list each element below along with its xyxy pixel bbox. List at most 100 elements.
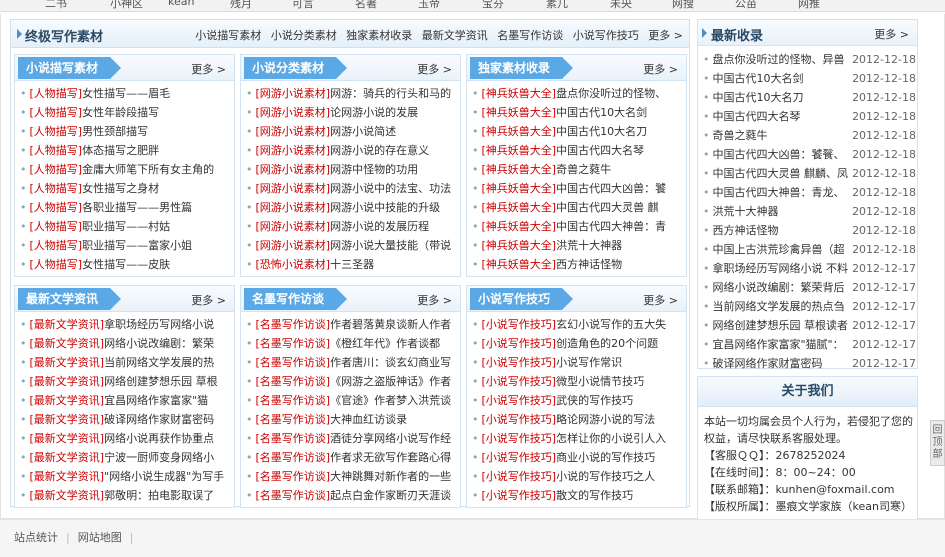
list-item[interactable]: [最新文学资讯]网络小说改编剧：繁荣 <box>20 334 233 353</box>
item-title[interactable]: 略论网游小说的写法 <box>556 413 655 426</box>
list-item[interactable]: [名墨写作访谈]作者碧落黄泉谈新人作者 <box>246 315 459 334</box>
item-category-tag[interactable]: [人物描写] <box>30 163 83 176</box>
item-title[interactable]: 拿职场经历写网络小说 <box>104 318 214 331</box>
list-item[interactable]: [最新文学资讯]宁波一厨师变身网络小 <box>20 448 233 467</box>
list-item[interactable]: [神兵妖兽大全]西方神话怪物 <box>472 255 685 274</box>
list-item[interactable]: [小说写作技巧]小说的写作技巧之人 <box>472 467 685 486</box>
top-nav-item[interactable]: 残月 <box>230 0 252 11</box>
latest-item-title[interactable]: 中国古代四大神兽：青龙、 <box>713 183 861 202</box>
panel-more-link[interactable]: 更多 > <box>417 61 452 77</box>
item-category-tag[interactable]: [人物描写] <box>30 239 83 252</box>
item-title[interactable]: 商业小说的写作技巧 <box>556 451 655 464</box>
main-link-6[interactable]: 小说写作技巧 <box>573 29 639 42</box>
item-title[interactable]: 宜昌网络作家富家"猫 <box>104 394 208 407</box>
latest-item[interactable]: 奇兽之蕤牛2012-12-18 <box>703 126 917 145</box>
list-item[interactable]: [名墨写作访谈]《网游之盗版神话》作者 <box>246 372 459 391</box>
item-title[interactable]: 宁波一厨师变身网络小 <box>104 451 214 464</box>
latest-item[interactable]: 网络创建梦想乐园 草根读者2012-12-17 <box>703 316 917 335</box>
item-category-tag[interactable]: [小说写作技巧] <box>482 489 557 502</box>
item-category-tag[interactable]: [小说写作技巧] <box>482 470 557 483</box>
item-title[interactable]: 网游小说的存在意义 <box>330 144 429 157</box>
latest-item[interactable]: 中国古代四大灵兽 麒麟、凤2012-12-18 <box>703 164 917 183</box>
item-category-tag[interactable]: [最新文学资讯] <box>30 318 105 331</box>
top-nav-item[interactable]: 名著 <box>355 0 377 11</box>
item-category-tag[interactable]: [人物描写] <box>30 182 83 195</box>
item-title[interactable]: 小说的写作技巧之人 <box>556 470 655 483</box>
item-category-tag[interactable]: [人物描写] <box>30 106 83 119</box>
list-item[interactable]: [名墨写作访谈]大神血红访谈录 <box>246 410 459 429</box>
top-nav-item[interactable]: 素几 <box>546 0 568 11</box>
list-item[interactable]: [名墨写作访谈]起点白金作家断刃天涯谈 <box>246 486 459 505</box>
latest-more-link[interactable]: 更多 > <box>874 26 909 42</box>
item-title[interactable]: 起点白金作家断刃天涯谈 <box>330 489 451 502</box>
item-category-tag[interactable]: [神兵妖兽大全] <box>482 125 557 138</box>
item-title[interactable]: 微型小说情节技巧 <box>556 375 644 388</box>
item-category-tag[interactable]: [人物描写] <box>30 258 83 271</box>
item-title[interactable]: 网络创建梦想乐园 草根 <box>104 375 218 388</box>
list-item[interactable]: [人物描写]职业描写——村姑 <box>20 217 233 236</box>
item-title[interactable]: 金庸大师笔下所有女主角的 <box>82 163 214 176</box>
panel-more-link[interactable]: 更多 > <box>643 61 678 77</box>
item-category-tag[interactable]: [网游小说素材] <box>256 106 331 119</box>
list-item[interactable]: [人物描写]各职业描写——男性篇 <box>20 198 233 217</box>
item-category-tag[interactable]: [人物描写] <box>30 125 83 138</box>
list-item[interactable]: [名墨写作访谈]大神跳舞对新作者的一些 <box>246 467 459 486</box>
list-item[interactable]: [小说写作技巧]怎样让你的小说引人入 <box>472 429 685 448</box>
top-nav-item[interactable]: 小神区 <box>110 0 143 11</box>
list-item[interactable]: [最新文学资讯]郭敬明：拍电影取误了 <box>20 486 233 505</box>
item-category-tag[interactable]: [神兵妖兽大全] <box>482 163 557 176</box>
list-item[interactable]: [人物描写]男性颈部描写 <box>20 122 233 141</box>
list-item[interactable]: [神兵妖兽大全]中国古代10大名剑 <box>472 103 685 122</box>
item-title[interactable]: 中国古代10大名剑 <box>556 106 647 119</box>
top-nav-item[interactable]: 宝芬 <box>482 0 504 11</box>
item-title[interactable]: 作者求无欲写作套路心得 <box>330 451 451 464</box>
item-category-tag[interactable]: [小说写作技巧] <box>482 318 557 331</box>
item-category-tag[interactable]: [最新文学资讯] <box>30 432 105 445</box>
footer-stats-link[interactable]: 站点统计 <box>14 531 58 544</box>
list-item[interactable]: [最新文学资讯]当前网络文学发展的热 <box>20 353 233 372</box>
item-category-tag[interactable]: [神兵妖兽大全] <box>482 87 557 100</box>
main-link-3[interactable]: 独家素材收录 <box>346 29 412 42</box>
item-title[interactable]: 网络小说改编剧：繁荣 <box>104 337 214 350</box>
list-item[interactable]: [神兵妖兽大全]中国古代四大名琴 <box>472 141 685 160</box>
list-item[interactable]: [网游小说素材]网游小说大量技能（带说 <box>246 236 459 255</box>
latest-item-title[interactable]: 西方神话怪物 <box>713 221 861 240</box>
latest-item-title[interactable]: 中国上古洪荒珍禽异兽（超 <box>713 240 861 259</box>
item-category-tag[interactable]: [名墨写作访谈] <box>256 489 331 502</box>
item-category-tag[interactable]: [最新文学资讯] <box>30 375 105 388</box>
item-title[interactable]: 职业描写——村姑 <box>82 220 170 233</box>
list-item[interactable]: [小说写作技巧]创造角色的20个问题 <box>472 334 685 353</box>
list-item[interactable]: [网游小说素材]论网游小说的发展 <box>246 103 459 122</box>
item-category-tag[interactable]: [人物描写] <box>30 220 83 233</box>
item-category-tag[interactable]: [名墨写作访谈] <box>256 318 331 331</box>
latest-item[interactable]: 中国上古洪荒珍禽异兽（超2012-12-18 <box>703 240 917 259</box>
latest-item-title[interactable]: 网络创建梦想乐园 草根读者 <box>713 316 861 335</box>
list-item[interactable]: [小说写作技巧]微型小说情节技巧 <box>472 372 685 391</box>
item-title[interactable]: 大神跳舞对新作者的一些 <box>330 470 451 483</box>
item-category-tag[interactable]: [人物描写] <box>30 144 83 157</box>
main-link-2[interactable]: 小说分类素材 <box>271 29 337 42</box>
item-category-tag[interactable]: [恐怖小说素材] <box>256 258 331 271</box>
latest-item-title[interactable]: 网络小说改编剧：繁荣背后 <box>713 278 861 297</box>
item-category-tag[interactable]: [小说写作技巧] <box>482 356 557 369</box>
list-item[interactable]: [名墨写作访谈]作者求无欲写作套路心得 <box>246 448 459 467</box>
item-title[interactable]: 网游中怪物的功用 <box>330 163 418 176</box>
list-item[interactable]: [人物描写]女性描写——皮肤 <box>20 255 233 274</box>
list-item[interactable]: [人物描写]女性年龄段描写 <box>20 103 233 122</box>
item-title[interactable]: 女性描写——眉毛 <box>82 87 170 100</box>
item-category-tag[interactable]: [神兵妖兽大全] <box>482 220 557 233</box>
list-item[interactable]: [神兵妖兽大全]中国古代四大神兽：青 <box>472 217 685 236</box>
item-title[interactable]: 各职业描写——男性篇 <box>82 201 192 214</box>
item-category-tag[interactable]: [网游小说素材] <box>256 239 331 252</box>
list-item[interactable]: [最新文学资讯]网络创建梦想乐园 草根 <box>20 372 233 391</box>
item-title[interactable]: 女性描写之身材 <box>82 182 159 195</box>
item-category-tag[interactable]: [最新文学资讯] <box>30 451 105 464</box>
item-title[interactable]: 网游小说中技能的升级 <box>330 201 440 214</box>
item-title[interactable]: 作者碧落黄泉谈新人作者 <box>330 318 451 331</box>
list-item[interactable]: [网游小说素材]网游小说的发展历程 <box>246 217 459 236</box>
item-category-tag[interactable]: [网游小说素材] <box>256 87 331 100</box>
list-item[interactable]: [网游小说素材]网游小说简述 <box>246 122 459 141</box>
latest-item[interactable]: 破译网络作家财富密码2012-12-17 <box>703 354 917 373</box>
item-title[interactable]: 当前网络文学发展的热 <box>104 356 214 369</box>
item-category-tag[interactable]: [最新文学资讯] <box>30 356 105 369</box>
